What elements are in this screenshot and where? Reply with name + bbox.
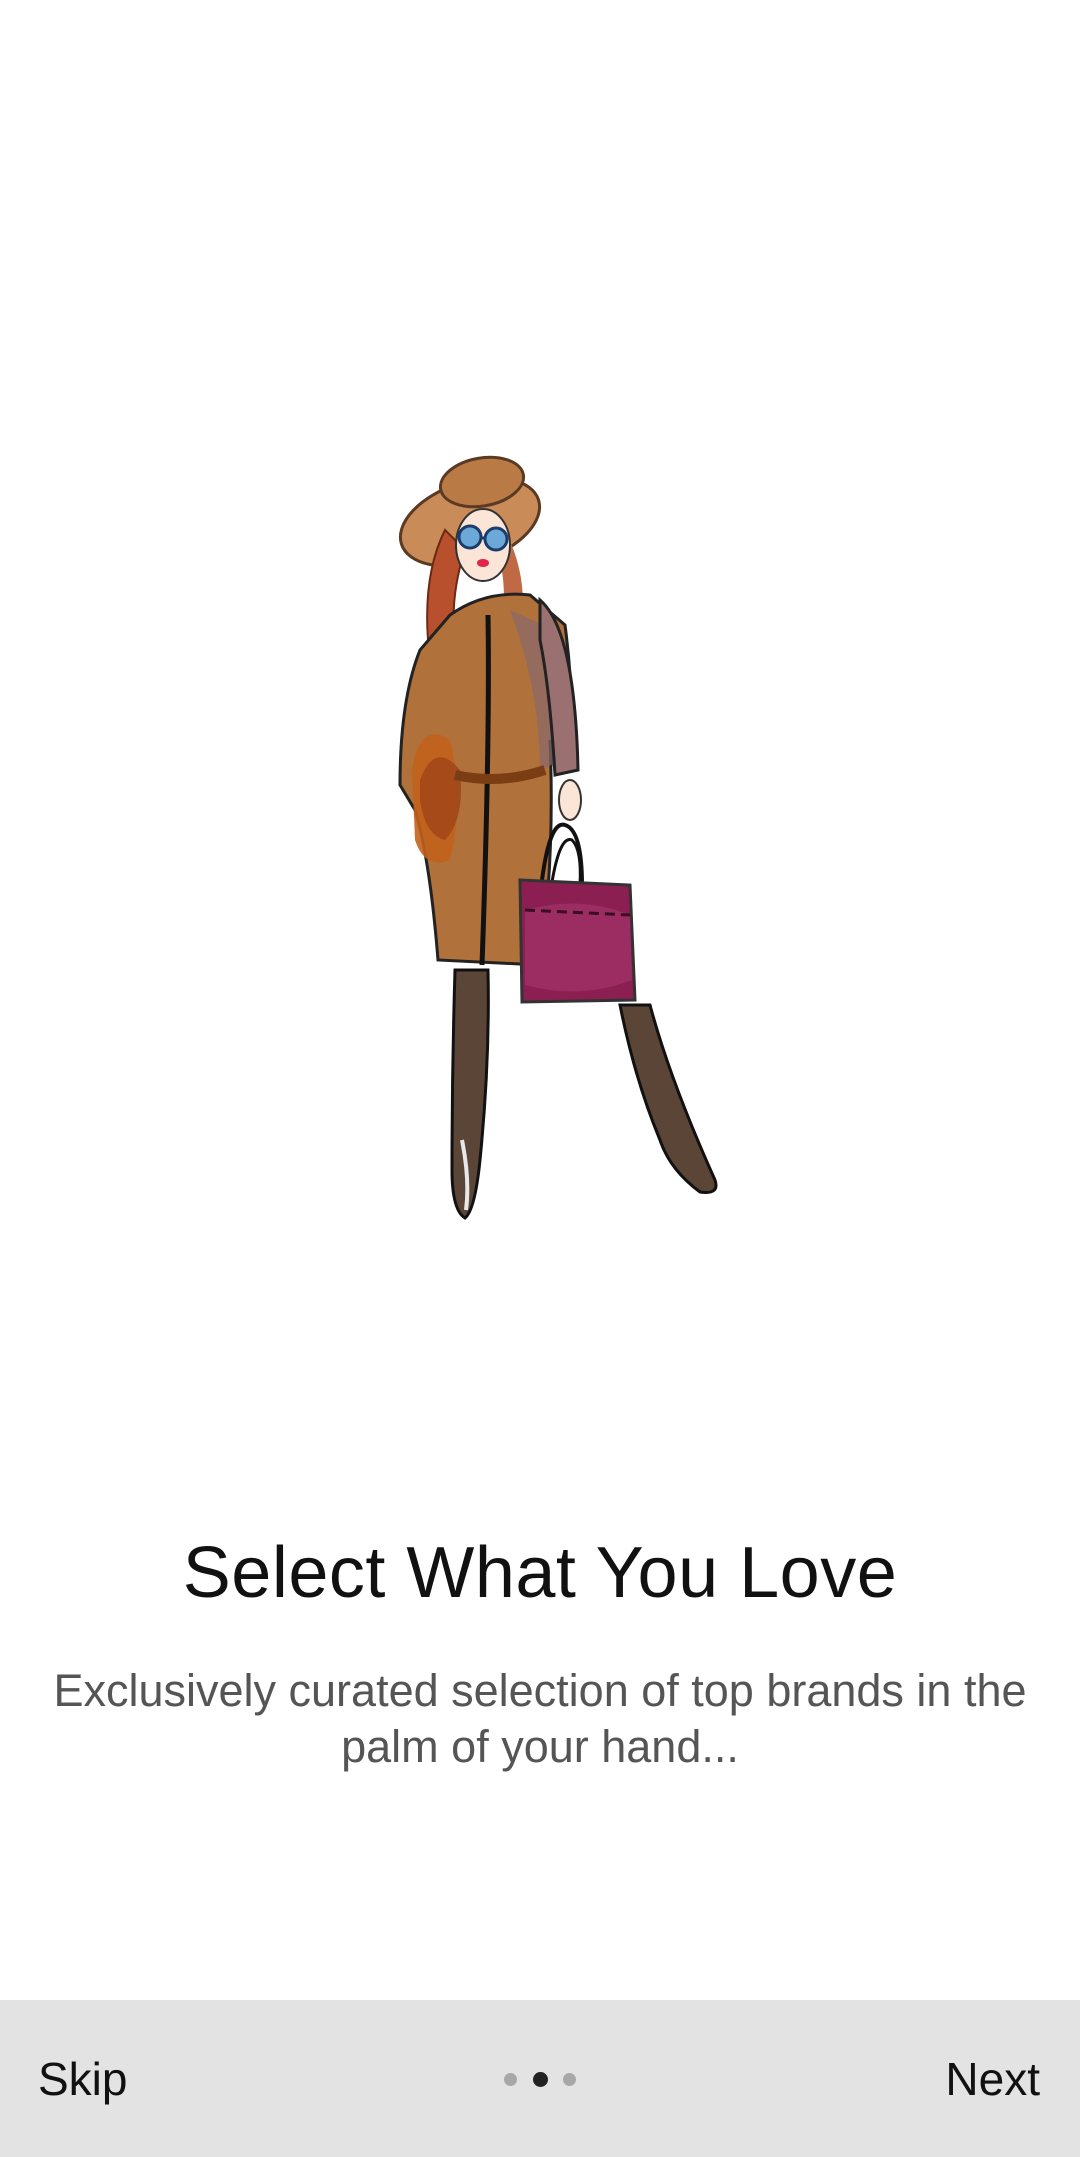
onboarding-footer: Skip Next (0, 2000, 1080, 2157)
page-title: Select What You Love (182, 1533, 898, 1613)
onboarding-screen: Select What You Love Exclusively curated… (0, 0, 1080, 2157)
page-indicator-dot-1[interactable] (504, 2072, 517, 2086)
page-indicator (504, 2071, 576, 2087)
page-subtitle: Exclusively curated selection of top bra… (53, 1665, 1027, 1772)
page-indicator-dot-3[interactable] (563, 2072, 576, 2086)
skip-button[interactable]: Skip (38, 2052, 127, 2106)
fashion-woman-illustration (398, 455, 718, 1220)
next-button[interactable]: Next (945, 2052, 1040, 2106)
page-indicator-dot-2[interactable] (532, 2071, 548, 2087)
